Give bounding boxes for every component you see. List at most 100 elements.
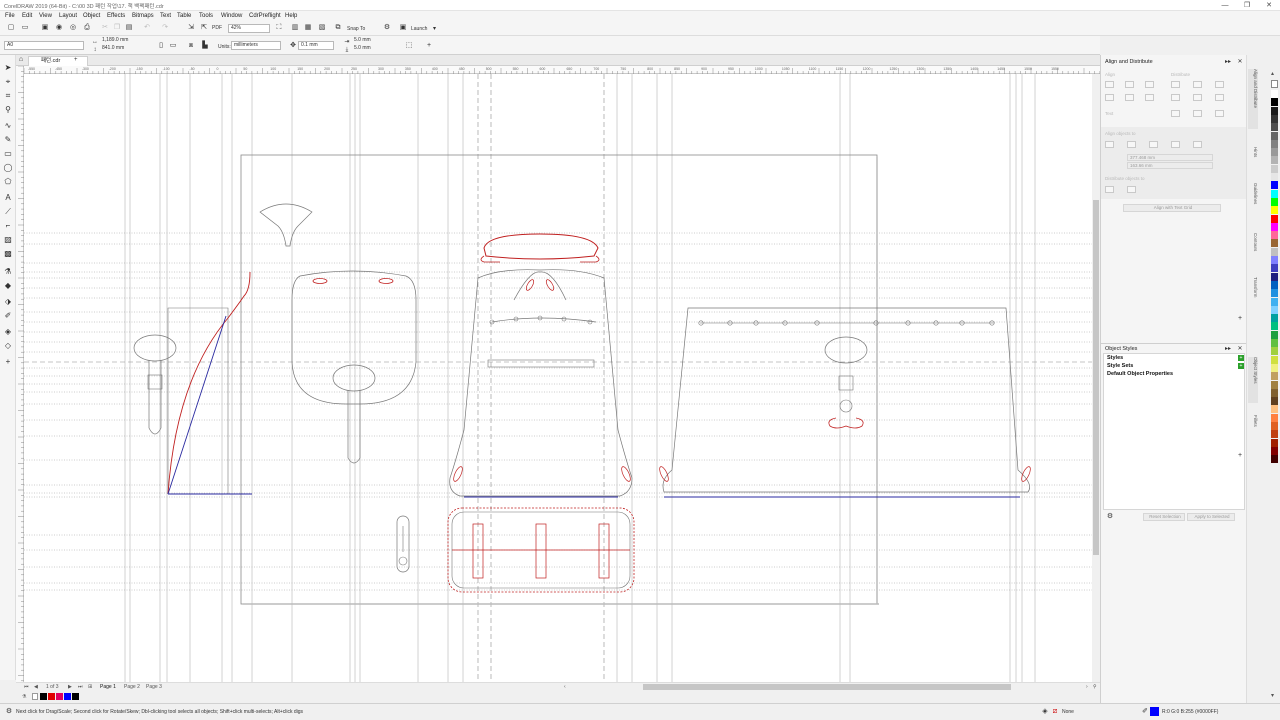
styles-add-icon[interactable]: + xyxy=(1235,451,1245,461)
align-center-h-icon[interactable] xyxy=(1125,81,1134,88)
distribute-left-icon[interactable] xyxy=(1171,81,1180,88)
palette-swatch[interactable] xyxy=(1271,355,1278,364)
align-y-field[interactable]: 163.66 mm xyxy=(1127,162,1213,169)
palette-swatch[interactable] xyxy=(1271,90,1278,98)
tab-hints[interactable]: Hints xyxy=(1248,147,1258,173)
page-edge-icon[interactable] xyxy=(1127,141,1136,148)
distribute-top-icon[interactable] xyxy=(1171,94,1180,101)
palette-swatch[interactable] xyxy=(1271,305,1278,314)
palette-swatch[interactable] xyxy=(1271,314,1278,323)
palette-swatch[interactable] xyxy=(1271,123,1278,132)
palette-swatch[interactable] xyxy=(1271,131,1278,140)
horizontal-ruler[interactable]: -550 -450 -300 -200 -150 -100 -50 0 50 100 150 200 2… xyxy=(23,66,1101,74)
minimize-button[interactable]: — xyxy=(1214,0,1236,11)
align-right-icon[interactable] xyxy=(1145,81,1154,88)
connector-tool-icon[interactable]: ⌐ xyxy=(3,221,13,231)
nudge-distance-field[interactable]: 0.1 mm xyxy=(298,41,334,50)
vertical-guidelines[interactable] xyxy=(124,74,1036,682)
palette-swatch[interactable] xyxy=(1271,289,1278,298)
palette-swatch[interactable] xyxy=(1271,231,1278,240)
eyedropper-icon[interactable]: ⚗ xyxy=(3,267,13,277)
show-guidelines-icon[interactable]: ▧ xyxy=(317,23,327,33)
specified-point-icon[interactable] xyxy=(1193,141,1202,148)
landscape-icon[interactable]: ▭ xyxy=(168,41,178,51)
export-icon[interactable]: ⇱ xyxy=(199,23,209,33)
swatch-crimson[interactable] xyxy=(56,693,63,700)
ellipse-tool-icon[interactable]: ◯ xyxy=(3,163,13,173)
current-page-icon[interactable]: ▙ xyxy=(200,41,210,51)
pick-tool-icon[interactable]: ➤ xyxy=(3,63,13,73)
horizontal-guidelines[interactable] xyxy=(24,232,1092,591)
upload-icon[interactable]: ◉ xyxy=(54,23,64,33)
page-height-field[interactable]: 841.0 mm xyxy=(100,45,136,54)
distribute-extent-icon[interactable] xyxy=(1105,186,1114,193)
import-icon[interactable]: ⇲ xyxy=(186,23,196,33)
tab-transform[interactable]: Transform xyxy=(1248,277,1258,317)
palette-swatch[interactable] xyxy=(1271,405,1278,414)
palette-swatch[interactable] xyxy=(1271,322,1278,331)
vertical-scroll-thumb[interactable] xyxy=(1093,200,1099,555)
palette-none-swatch[interactable] xyxy=(1271,80,1278,88)
palette-swatch[interactable] xyxy=(1271,164,1278,173)
new-style-icon[interactable]: + xyxy=(1238,355,1244,361)
open-icon[interactable]: ▭ xyxy=(20,23,30,33)
align-bottom-icon[interactable] xyxy=(1145,94,1154,101)
tree-item-style-sets[interactable]: Style Sets xyxy=(1107,363,1133,369)
text-last-line-icon[interactable] xyxy=(1193,110,1202,117)
eyedropper-palette-icon[interactable]: ⚗ xyxy=(22,694,26,700)
palette-swatch[interactable] xyxy=(1271,206,1278,215)
menu-edit[interactable]: Edit xyxy=(22,13,32,19)
tree-item-styles[interactable]: Styles xyxy=(1107,355,1123,361)
active-objects-icon[interactable] xyxy=(1105,141,1114,148)
horizontal-scroll-thumb[interactable] xyxy=(643,684,1011,690)
palette-swatch[interactable] xyxy=(1271,422,1278,430)
full-screen-icon[interactable]: ⛶ xyxy=(274,23,284,33)
tab-guidelines[interactable]: Guidelines xyxy=(1248,183,1258,223)
menu-window[interactable]: Window xyxy=(221,13,242,19)
show-grid-icon[interactable]: ▦ xyxy=(303,23,313,33)
vertical-ruler[interactable] xyxy=(16,65,24,682)
page-tab-2[interactable]: Page 2 xyxy=(124,684,140,690)
menu-table[interactable]: Table xyxy=(177,13,191,19)
cut-icon[interactable]: ✂ xyxy=(100,23,110,33)
text-bbox-icon[interactable] xyxy=(1215,110,1224,117)
launch-chevron-icon[interactable]: ▾ xyxy=(433,25,436,32)
rectangle-tool-icon[interactable]: ▭ xyxy=(3,149,13,159)
page-tab-3[interactable]: Page 3 xyxy=(146,684,162,690)
maximize-button[interactable]: ❐ xyxy=(1236,0,1258,11)
treat-as-filled-icon[interactable]: ⬚ xyxy=(404,41,414,51)
scroll-left-icon[interactable]: ‹ xyxy=(564,684,566,690)
palette-swatch[interactable] xyxy=(1271,430,1278,439)
palette-swatch[interactable] xyxy=(1271,372,1278,381)
fill-color-icon[interactable]: ◈ xyxy=(3,327,13,337)
palette-swatch[interactable] xyxy=(1271,388,1278,397)
options-gear-icon[interactable]: ⚙ xyxy=(382,23,392,33)
swatch-none[interactable] xyxy=(32,693,38,700)
smart-fill-icon[interactable]: ⬗ xyxy=(3,297,13,307)
palette-swatch[interactable] xyxy=(1271,438,1278,447)
palette-swatch[interactable] xyxy=(1271,247,1278,256)
outline-pen-status-icon[interactable]: ✐ xyxy=(1140,707,1150,717)
palette-swatch[interactable] xyxy=(1271,347,1278,356)
distribute-center-icon[interactable] xyxy=(1193,81,1202,88)
palette-swatch[interactable] xyxy=(1271,139,1278,148)
right-body-panel[interactable] xyxy=(658,307,1032,498)
palette-swatch[interactable] xyxy=(1271,330,1278,339)
swatch-red[interactable] xyxy=(48,693,55,700)
first-page-icon[interactable]: ⏮ xyxy=(24,684,29,690)
bottom-panel-pattern[interactable] xyxy=(447,507,635,593)
main-back-panel[interactable] xyxy=(449,233,633,498)
swatch-black-2[interactable] xyxy=(72,693,79,700)
outline-color-icon[interactable]: ◇ xyxy=(3,341,13,351)
status-settings-icon[interactable]: ⚙ xyxy=(4,707,14,717)
tab-align-distribute[interactable]: Align and Distribute xyxy=(1248,69,1258,129)
palette-swatch[interactable] xyxy=(1271,264,1278,273)
show-rulers-icon[interactable]: ▥ xyxy=(290,23,300,33)
launch-dropdown[interactable]: Launch xyxy=(411,26,427,32)
swatch-black[interactable] xyxy=(40,693,47,700)
menu-layout[interactable]: Layout xyxy=(59,13,77,19)
palette-scroll-down-icon[interactable]: ▾ xyxy=(1271,692,1274,699)
add-tool-icon[interactable]: + xyxy=(3,357,13,367)
snap-icon[interactable]: ⧉ xyxy=(333,23,343,33)
menu-object[interactable]: Object xyxy=(83,13,100,19)
